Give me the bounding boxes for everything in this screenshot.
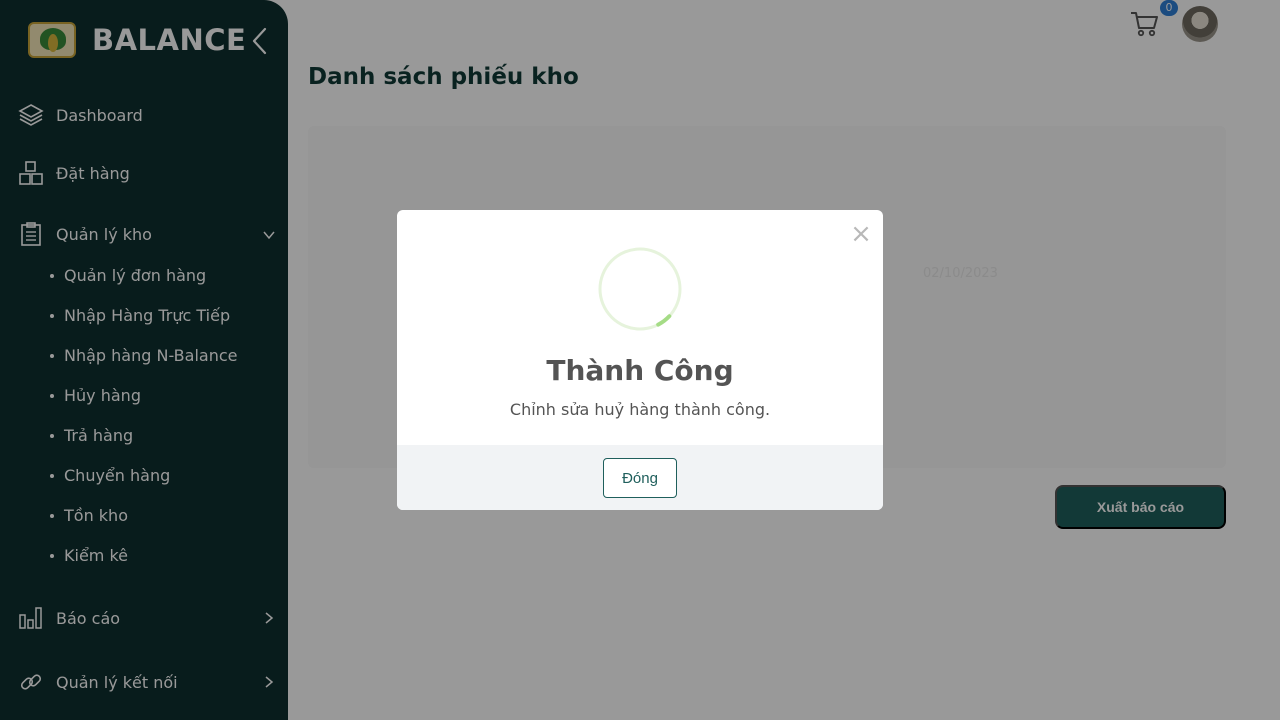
- close-icon[interactable]: ×: [849, 221, 873, 247]
- close-button[interactable]: Đóng: [603, 458, 677, 498]
- dialog-title: Thành Công: [546, 354, 734, 387]
- dialog-footer: Đóng: [397, 445, 883, 510]
- success-icon: [598, 247, 682, 331]
- dialog-message: Chỉnh sửa huỷ hàng thành công.: [509, 400, 771, 419]
- success-dialog: × Thành Công Chỉnh sửa huỷ hàng thành cô…: [397, 210, 883, 510]
